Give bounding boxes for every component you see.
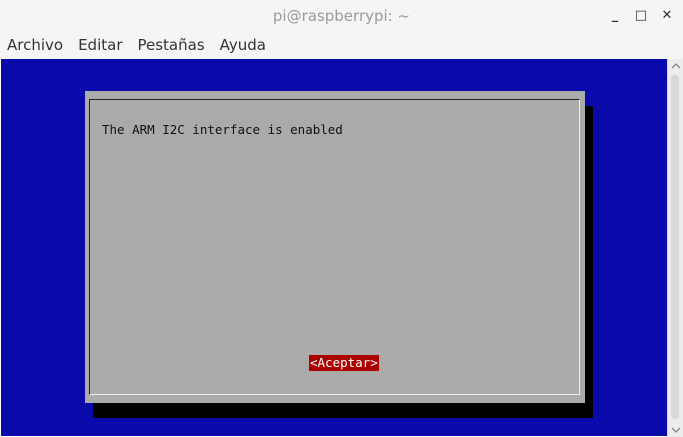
window-title: pi@raspberrypi: ~ bbox=[272, 7, 411, 25]
menu-editar[interactable]: Editar bbox=[71, 32, 130, 59]
title-bar[interactable]: pi@raspberrypi: ~ _ □ ✕ bbox=[0, 0, 683, 32]
dialog-frame bbox=[89, 99, 580, 395]
close-button[interactable]: ✕ bbox=[657, 6, 677, 26]
terminal-area[interactable]: The ARM I2C interface is enabled <Acepta… bbox=[1, 59, 667, 436]
dialog-message: The ARM I2C interface is enabled bbox=[102, 122, 343, 137]
vertical-scrollbar[interactable] bbox=[667, 59, 683, 437]
message-dialog: The ARM I2C interface is enabled <Acepta… bbox=[85, 91, 585, 403]
menu-bar: Archivo Editar Pestañas Ayuda bbox=[0, 32, 683, 59]
terminal-window: pi@raspberrypi: ~ _ □ ✕ Archivo Editar P… bbox=[0, 0, 683, 437]
menu-pestanas[interactable]: Pestañas bbox=[131, 32, 213, 59]
scroll-down-icon[interactable] bbox=[671, 425, 681, 435]
window-controls: _ □ ✕ bbox=[605, 6, 677, 26]
scroll-up-icon[interactable] bbox=[671, 61, 681, 71]
minimize-button[interactable]: _ bbox=[605, 6, 625, 26]
menu-ayuda[interactable]: Ayuda bbox=[213, 32, 274, 59]
maximize-button[interactable]: □ bbox=[631, 6, 651, 26]
ok-button[interactable]: <Aceptar> bbox=[309, 355, 379, 371]
menu-archivo[interactable]: Archivo bbox=[0, 32, 71, 59]
scroll-thumb[interactable] bbox=[671, 75, 679, 419]
